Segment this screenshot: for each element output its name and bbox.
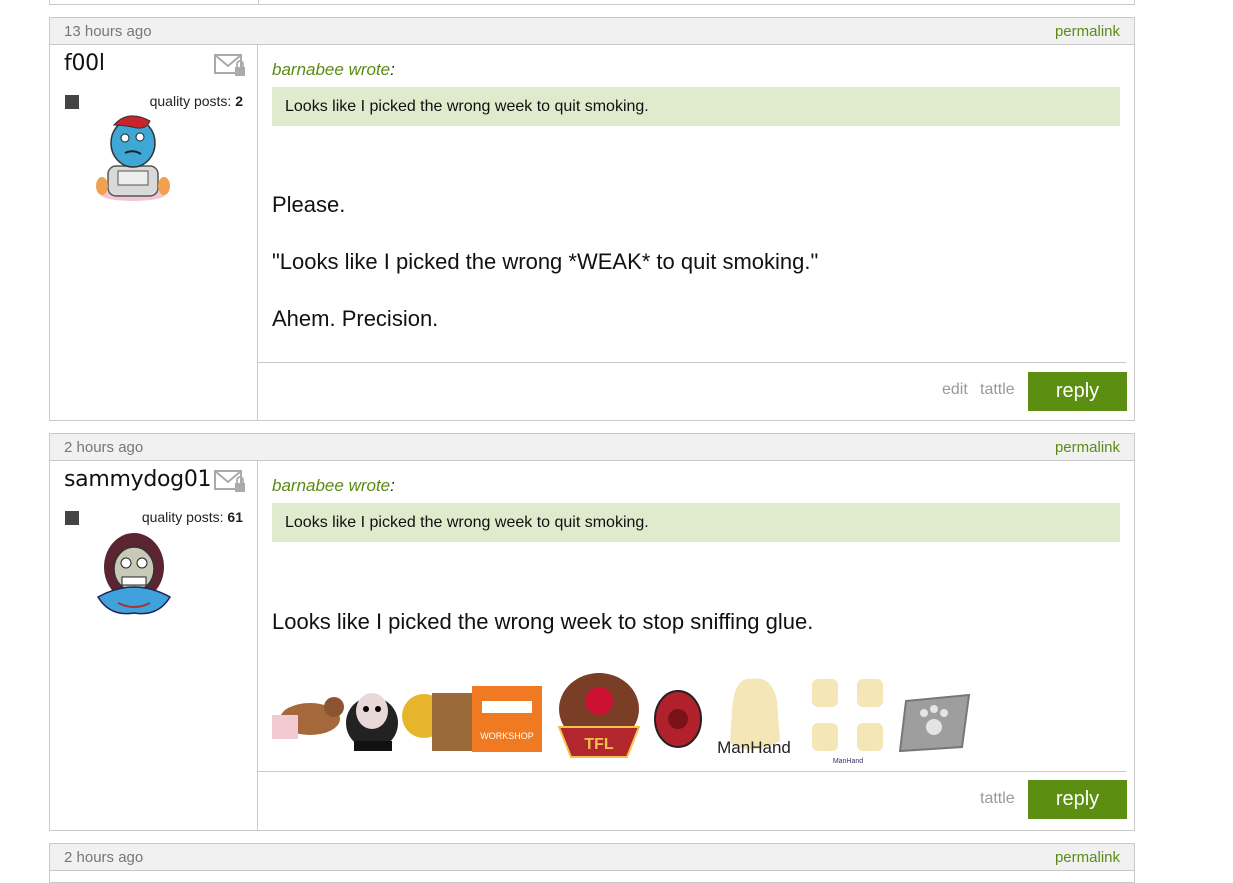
private-message-icon[interactable]	[214, 469, 246, 495]
footer-divider	[258, 771, 1126, 772]
username[interactable]: sammydog01	[64, 467, 212, 492]
signature-images: WORKSHOP TFL ManHand ManHand	[272, 673, 971, 765]
post-timestamp: 2 hours ago	[64, 438, 144, 456]
author-column: f00l quality posts: 2	[50, 45, 258, 420]
message-line: Ahem. Precision.	[272, 306, 439, 331]
tattle-link[interactable]: tattle	[980, 790, 1015, 808]
quote-attribution: barnabee wrote:	[272, 476, 395, 495]
permalink-link[interactable]: permalink	[1055, 23, 1120, 40]
quality-posts: quality posts: 61	[141, 509, 243, 525]
post-partial: 2 hours ago permalink	[49, 843, 1135, 883]
reply-button[interactable]: reply	[1028, 780, 1127, 819]
message-line: Please.	[272, 192, 346, 217]
tattle-link[interactable]: tattle	[980, 381, 1015, 399]
svg-text:TFL: TFL	[584, 736, 614, 753]
status-square-icon	[65, 511, 79, 525]
bunny-sticker-icon	[346, 693, 398, 751]
quote-box: Looks like I picked the wrong week to qu…	[272, 87, 1120, 126]
permalink-link[interactable]: permalink	[1055, 439, 1120, 456]
post-sammydog01: 2 hours ago permalink sammydog01 quality…	[49, 433, 1135, 831]
post-body: sammydog01 quality posts: 61 barnabee wr…	[50, 461, 1134, 830]
manhand-icon: ManHand	[717, 678, 791, 757]
user-avatar[interactable]	[88, 111, 178, 203]
previous-post-fragment	[49, 0, 1135, 5]
message-line: "Looks like I picked the wrong *WEAK* to…	[272, 249, 819, 274]
post-content: barnabee wrote: Looks like I picked the …	[258, 45, 1134, 420]
bag-sticker-icon	[402, 693, 472, 751]
post-content: barnabee wrote: Looks like I picked the …	[258, 461, 1134, 830]
private-message-icon[interactable]	[214, 53, 246, 79]
column-divider	[258, 0, 259, 4]
quote-author-link[interactable]: barnabee wrote	[272, 60, 390, 79]
paw-badge-icon	[898, 693, 971, 753]
post-timestamp: 13 hours ago	[64, 22, 152, 40]
workshop-badge-icon: WORKSHOP	[472, 686, 542, 752]
post-body: f00l quality posts: 2 barnabee wrote: Lo…	[50, 45, 1134, 420]
svg-text:ManHand: ManHand	[717, 738, 791, 757]
user-avatar[interactable]	[88, 527, 180, 619]
quote-attribution: barnabee wrote:	[272, 60, 395, 79]
post-f00l: 13 hours ago permalink f00l quality post…	[49, 17, 1135, 421]
reply-button[interactable]: reply	[1028, 372, 1127, 411]
status-square-icon	[65, 95, 79, 109]
dog-sticker-icon	[272, 697, 344, 739]
footer-divider	[258, 362, 1126, 363]
manhand-grid-icon: ManHand	[812, 679, 883, 765]
username[interactable]: f00l	[64, 51, 105, 76]
post-timestamp: 2 hours ago	[64, 848, 144, 866]
quality-posts: quality posts: 2	[149, 93, 243, 109]
red-egg-icon	[654, 690, 702, 748]
svg-text:WORKSHOP: WORKSHOP	[480, 731, 534, 741]
author-column: sammydog01 quality posts: 61	[50, 461, 258, 830]
svg-text:ManHand: ManHand	[833, 758, 863, 765]
message-line: Looks like I picked the wrong week to st…	[272, 609, 814, 634]
quote-author-link[interactable]: barnabee wrote	[272, 476, 390, 495]
post-header: 2 hours ago permalink	[50, 434, 1134, 461]
quote-box: Looks like I picked the wrong week to qu…	[272, 503, 1120, 542]
post-header: 13 hours ago permalink	[50, 18, 1134, 45]
tfl-turkey-icon: TFL	[557, 673, 641, 758]
edit-link[interactable]: edit	[942, 381, 968, 399]
permalink-link[interactable]: permalink	[1055, 849, 1120, 866]
